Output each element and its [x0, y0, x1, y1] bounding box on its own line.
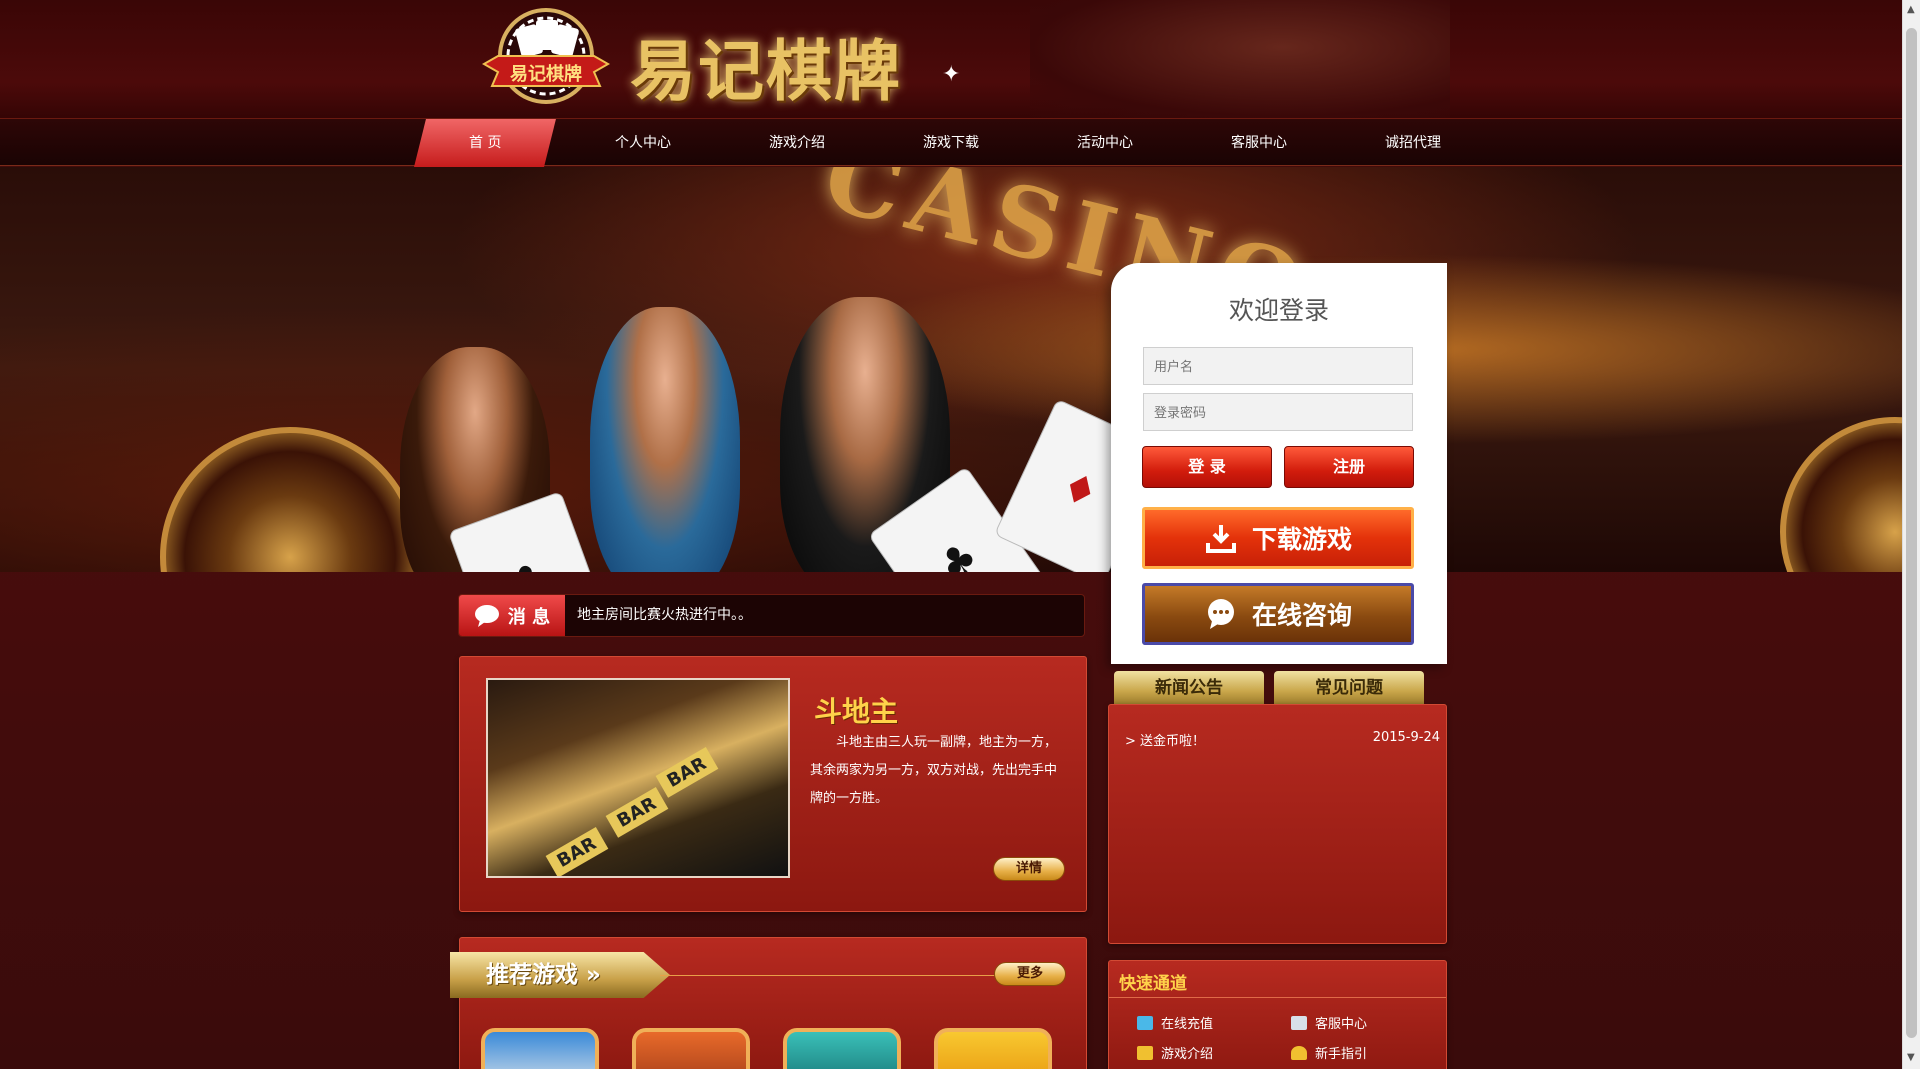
quick-link-service[interactable]: 客服中心	[1291, 1013, 1367, 1032]
tab-news[interactable]: 新闻公告	[1114, 671, 1264, 705]
download-game-label: 下载游戏	[1251, 525, 1352, 554]
page: 易记棋牌 易记棋牌 ✦ 首 页 个人中心 游戏介绍 游戏下载 活动中心 客服中心…	[0, 0, 1902, 1069]
recommended-title: 推荐游戏 »	[450, 952, 670, 998]
quick-links-title: 快速通道	[1119, 974, 1187, 994]
game-thumb-4[interactable]	[934, 1028, 1052, 1069]
register-button[interactable]: 注册	[1284, 446, 1414, 488]
download-game-button[interactable]: 下载游戏	[1142, 507, 1414, 569]
news-panel: > 送金币啦！ 2015-9-24	[1108, 704, 1447, 944]
header-photo	[1030, 0, 1450, 118]
scroll-up-icon[interactable]: ▲	[1907, 4, 1915, 15]
speech-bubble-icon	[474, 604, 499, 627]
card-icon	[1137, 1015, 1153, 1030]
game-thumb-3[interactable]	[783, 1028, 901, 1069]
message-text: 地主房间比赛火热进行中。。	[577, 607, 752, 623]
details-button[interactable]: 详情	[993, 857, 1065, 881]
nav-item-service-center[interactable]: 客服中心	[1199, 119, 1319, 167]
hero-banner: CASINO ♣ ♣ ♦	[0, 167, 1902, 572]
thumbs-up-icon	[1291, 1045, 1307, 1060]
slot-machine-image[interactable]: BAR BAR BAR	[486, 678, 790, 878]
login-title: 欢迎登录	[1228, 296, 1329, 325]
more-button[interactable]: 更多	[994, 962, 1066, 986]
service-icon	[1291, 1015, 1307, 1030]
news-date: 2015-9-24	[1372, 730, 1440, 745]
quick-link-game-intro[interactable]: 游戏介绍	[1137, 1043, 1213, 1062]
roulette-wheel-left	[160, 427, 420, 572]
password-input[interactable]	[1143, 393, 1413, 431]
login-box: 欢迎登录 登 录 注册 下载游戏 在线咨询	[1111, 263, 1447, 664]
bar-chart-icon	[1137, 1045, 1153, 1060]
double-chevron-icon: »	[586, 962, 601, 988]
nav-item-agent-recruit[interactable]: 诚招代理	[1353, 119, 1473, 167]
logo-text[interactable]: 易记棋牌	[630, 18, 902, 114]
roulette-wheel-right	[1780, 417, 1902, 572]
quick-links-divider	[1109, 997, 1446, 998]
main-nav: 首 页 个人中心 游戏介绍 游戏下载 活动中心 客服中心 诚招代理	[0, 118, 1902, 167]
nav-item-game-intro[interactable]: 游戏介绍	[737, 119, 857, 167]
recommended-games-panel: 推荐游戏 » 更多	[450, 937, 1087, 1069]
nav-item-activity-center[interactable]: 活动中心	[1045, 119, 1165, 167]
nav-item-game-download[interactable]: 游戏下载	[891, 119, 1011, 167]
username-input[interactable]	[1143, 347, 1413, 385]
featured-game-title: 斗地主	[814, 695, 899, 728]
message-label: 消 息	[459, 595, 565, 636]
header: 易记棋牌 易记棋牌 ✦	[0, 0, 1902, 118]
game-thumb-1[interactable]	[481, 1028, 599, 1069]
tab-faq[interactable]: 常见问题	[1274, 671, 1424, 705]
quick-link-recharge[interactable]: 在线充值	[1137, 1013, 1213, 1032]
badge-text: 易记棋牌	[510, 63, 582, 85]
nav-item-personal-center[interactable]: 个人中心	[583, 119, 703, 167]
quick-links-panel: 快速通道 在线充值 客服中心 游戏介绍 新手指引	[1108, 960, 1447, 1069]
scrollbar[interactable]: ▲ ▼	[1902, 0, 1920, 1069]
online-consult-button[interactable]: 在线咨询	[1142, 583, 1414, 645]
download-icon	[1205, 525, 1236, 553]
scroll-down-icon[interactable]: ▼	[1907, 1052, 1915, 1063]
online-consult-label: 在线咨询	[1251, 601, 1352, 630]
nav-item-home[interactable]: 首 页	[414, 119, 556, 167]
scroll-thumb[interactable]	[1906, 28, 1917, 1038]
recommended-divider	[660, 975, 1040, 976]
featured-game-panel: BAR BAR BAR 斗地主 斗地主由三人玩一副牌，地主为一方，其余两家为另一…	[459, 656, 1087, 912]
featured-game-description: 斗地主由三人玩一副牌，地主为一方，其余两家为另一方，双方对战，先出完手中牌的一方…	[810, 735, 1058, 806]
quick-link-guide[interactable]: 新手指引	[1291, 1043, 1367, 1062]
game-thumb-2[interactable]	[632, 1028, 750, 1069]
news-item[interactable]: > 送金币啦！	[1125, 730, 1205, 749]
message-label-text: 消 息	[507, 606, 551, 628]
chat-bubble-icon	[1207, 599, 1234, 629]
logo-badge-icon[interactable]: 易记棋牌	[478, 6, 614, 114]
message-bar: 消 息 地主房间比赛火热进行中。。	[458, 594, 1085, 637]
sparkle-icon: ✦	[942, 62, 961, 87]
banner-person-2	[590, 307, 740, 572]
login-button[interactable]: 登 录	[1142, 446, 1272, 488]
